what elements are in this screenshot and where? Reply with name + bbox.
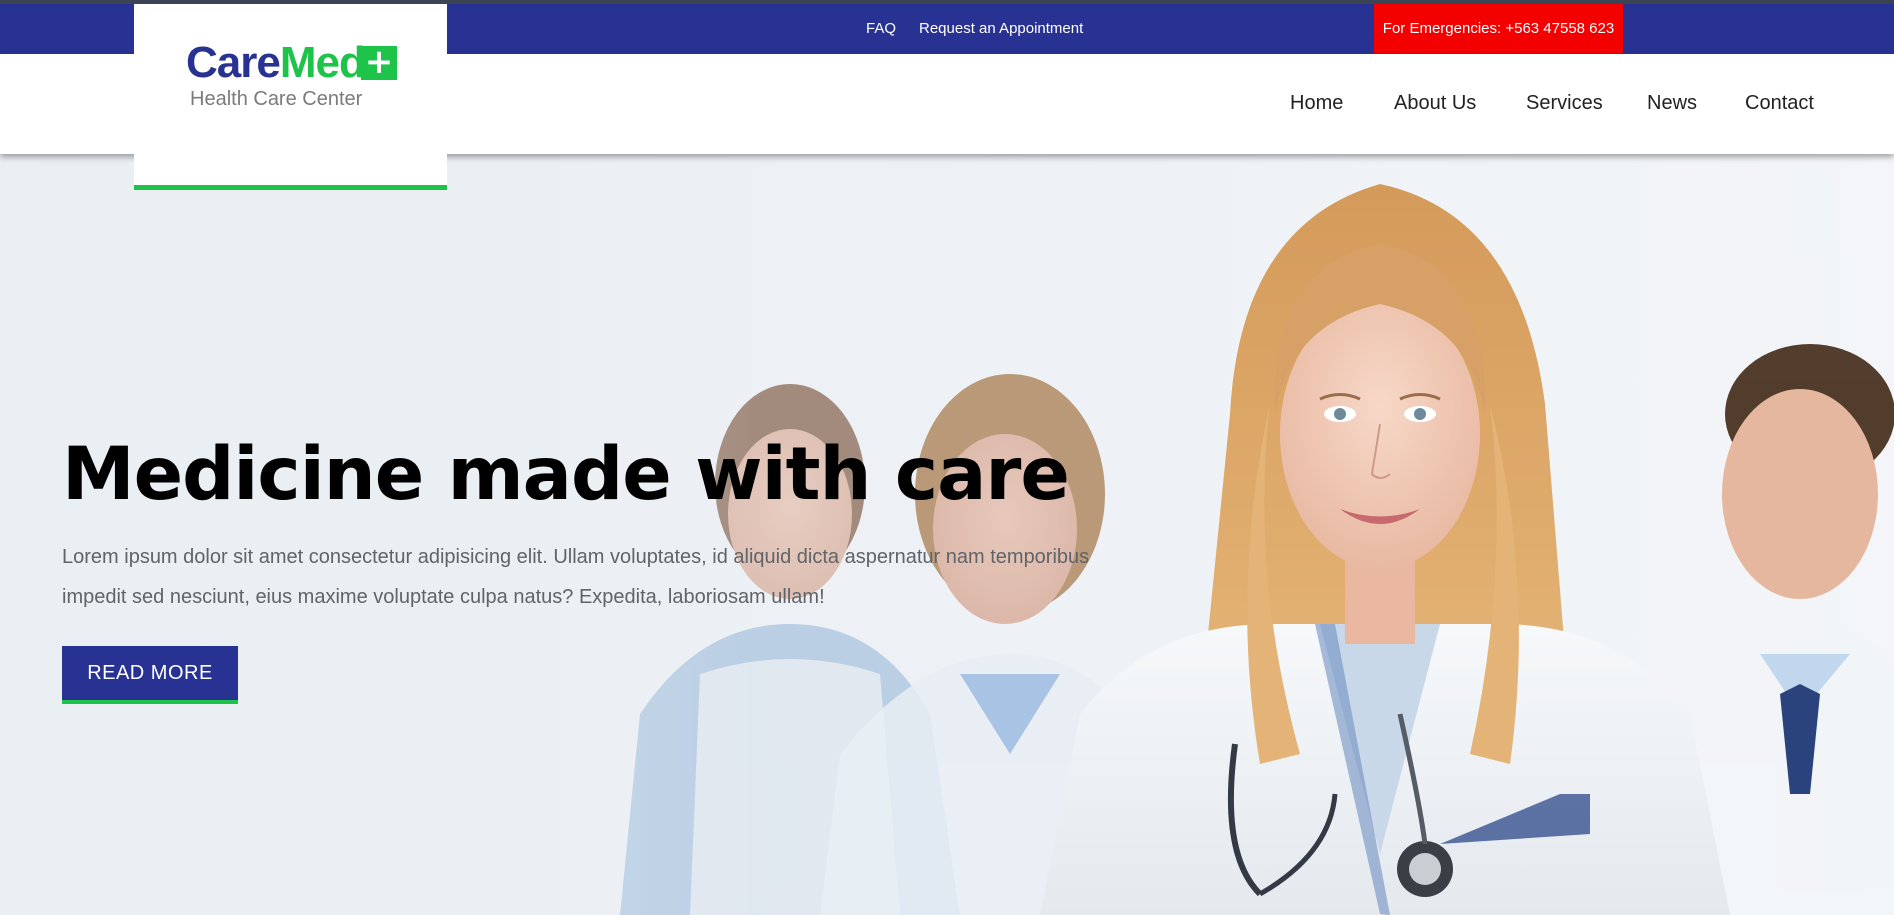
hero-title: Medicine made with care bbox=[62, 432, 1070, 517]
emergency-phone-badge[interactable]: For Emergencies: +563 47558 623 bbox=[1374, 4, 1623, 54]
nav-item-contact[interactable]: Contact bbox=[1745, 92, 1814, 115]
faq-link[interactable]: FAQ bbox=[866, 4, 896, 54]
nav-item-news[interactable]: News bbox=[1647, 92, 1697, 115]
page: FAQ Request an Appointment For Emergenci… bbox=[0, 0, 1894, 915]
logo-tagline: Health Care Center bbox=[190, 88, 363, 110]
medical-plus-icon: + bbox=[361, 45, 397, 80]
logo-wordmark: CareMed bbox=[186, 38, 366, 88]
nav-item-services[interactable]: Services bbox=[1526, 92, 1603, 115]
hero-description: Lorem ipsum dolor sit amet consectetur a… bbox=[62, 546, 1090, 608]
hero-doctors-photo bbox=[0, 154, 1894, 915]
request-appointment-link[interactable]: Request an Appointment bbox=[919, 4, 1083, 54]
nav-item-about-us[interactable]: About Us bbox=[1394, 92, 1476, 115]
logo-med-text: Med bbox=[279, 38, 366, 87]
read-more-button[interactable]: READ MORE bbox=[62, 646, 238, 704]
logo[interactable]: CareMed + Health Care Center bbox=[134, 4, 447, 190]
hero-section: Medicine made with care Lorem ipsum dolo… bbox=[0, 154, 1894, 915]
logo-care-text: Care bbox=[186, 38, 281, 87]
nav-item-home[interactable]: Home bbox=[1290, 92, 1343, 115]
